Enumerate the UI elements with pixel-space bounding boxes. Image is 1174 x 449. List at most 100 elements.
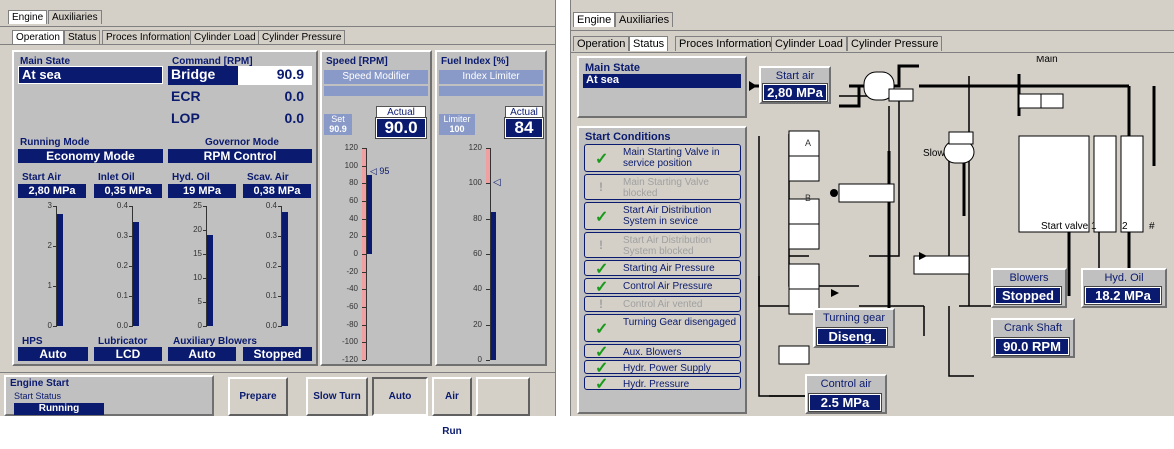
speed-tick bbox=[362, 236, 366, 238]
start-valve-2-label: 2 bbox=[1122, 221, 1128, 232]
command-lop-value: 0.0 bbox=[284, 110, 304, 126]
speed-actual-label: Actual bbox=[376, 106, 426, 118]
start-condition-label: Turning Gear disengaged bbox=[623, 317, 737, 328]
speed-tick-label: 0 bbox=[353, 249, 358, 258]
gauge-tick-label: 5 bbox=[197, 297, 202, 306]
gauge-label-2: Hyd. Oil bbox=[172, 172, 210, 183]
governor-mode-value[interactable]: RPM Control bbox=[168, 149, 312, 163]
start-condition-5: ✓ Control Air Pressure bbox=[584, 278, 741, 296]
speed-tick bbox=[362, 271, 366, 273]
gauge-bar-3 bbox=[282, 212, 288, 326]
speed-modifier-bar bbox=[324, 86, 428, 96]
tab-engine[interactable]: Engine bbox=[8, 10, 48, 24]
engine-start-label: Engine Start bbox=[10, 378, 69, 389]
start-air-value: 2,80 MPa bbox=[762, 83, 828, 102]
tab-engine-right[interactable]: Engine bbox=[573, 12, 616, 27]
tab-cylinder-load[interactable]: Cylinder Load bbox=[190, 30, 260, 44]
speed-tick bbox=[362, 254, 366, 255]
gauge-tick bbox=[129, 206, 133, 207]
tab-cylinder-load-right[interactable]: Cylinder Load bbox=[771, 36, 847, 51]
check-icon: ✓ bbox=[595, 209, 609, 226]
tab-auxiliaries[interactable]: Auxiliaries bbox=[48, 10, 102, 24]
start-condition-label: Starting Air Pressure bbox=[623, 263, 715, 274]
tab-proces-information-right[interactable]: Proces Information bbox=[675, 36, 776, 51]
speed-tick-label: -100 bbox=[341, 337, 358, 347]
command-lop-name: LOP bbox=[171, 110, 200, 126]
crank-shaft-label: Crank Shaft bbox=[1003, 322, 1063, 334]
start-conditions-label: Start Conditions bbox=[585, 131, 671, 143]
fuel-limit-marker: ◁ bbox=[493, 177, 501, 189]
gauge-label-3: Scav. Air bbox=[247, 172, 289, 183]
gauge-label-1: Inlet Oil bbox=[98, 172, 135, 183]
gauge-tick bbox=[278, 266, 282, 267]
fuel-actual-value: 84 bbox=[504, 117, 544, 139]
check-icon: ✓ bbox=[595, 376, 609, 393]
start-condition-10: ✓ Hydr. Pressure bbox=[584, 376, 741, 393]
start-condition-8: ✓ Aux. Blowers bbox=[584, 344, 741, 361]
tab-cylinder-pressure-right[interactable]: Cylinder Pressure bbox=[847, 36, 943, 51]
speed-modifier-button[interactable]: Speed Modifier bbox=[324, 70, 428, 84]
speed-tick-label: -60 bbox=[346, 302, 358, 311]
tab-status[interactable]: Status bbox=[64, 30, 101, 44]
fuel-tick bbox=[486, 324, 490, 326]
start-condition-label: Main Starting Valve blocked bbox=[623, 177, 709, 199]
start-condition-label: Start Air Distribution System in sevice bbox=[623, 205, 712, 227]
lubricator-value[interactable]: LCD bbox=[94, 347, 162, 361]
running-mode-value[interactable]: Economy Mode bbox=[18, 149, 163, 163]
speed-tick bbox=[362, 324, 366, 326]
tab-auxiliaries-right[interactable]: Auxiliaries bbox=[615, 12, 674, 27]
air-run-button[interactable]: Air Run bbox=[432, 377, 472, 437]
speed-tick bbox=[362, 148, 366, 149]
prepare-button[interactable]: Prepare bbox=[228, 377, 288, 416]
gauge-tick bbox=[129, 266, 133, 267]
valve-label-a: A bbox=[805, 138, 812, 148]
speed-tick-label: 20 bbox=[349, 231, 358, 241]
gauge-tick-label: 2 bbox=[47, 241, 52, 250]
speed-label: Speed [RPM] bbox=[326, 56, 388, 67]
tab-status-right[interactable]: Status bbox=[629, 36, 669, 51]
gauge-tick-label: 0.1 bbox=[265, 291, 277, 300]
control-air-label: Control air bbox=[820, 378, 872, 390]
check-icon: ✓ bbox=[595, 279, 609, 296]
gauge-value-1: 0,35 MPa bbox=[94, 184, 162, 198]
aux-blowers-state[interactable]: Stopped bbox=[243, 347, 312, 361]
aux-blowers-mode[interactable]: Auto bbox=[168, 347, 236, 361]
speed-tick-label: 120 bbox=[344, 143, 358, 152]
speed-tick-label: 80 bbox=[349, 178, 358, 188]
gauge-tick bbox=[203, 230, 207, 231]
fuel-tick-label: 80 bbox=[473, 213, 482, 223]
gauge-tick-label: 20 bbox=[193, 225, 202, 234]
crank-shaft-value: 90.0 RPM bbox=[994, 337, 1070, 356]
start-air-schematic: Main bbox=[749, 56, 1156, 397]
tab-cylinder-pressure[interactable]: Cylinder Pressure bbox=[258, 30, 346, 44]
start-condition-7: ✓ Turning Gear disengaged bbox=[584, 314, 741, 342]
tab-operation-right[interactable]: Operation bbox=[573, 36, 630, 51]
gauge-tick bbox=[53, 246, 57, 247]
auto-button[interactable]: Auto bbox=[372, 377, 428, 416]
aux-blowers-label: Auxiliary Blowers bbox=[173, 336, 257, 347]
blowers-value: Stopped bbox=[994, 286, 1062, 305]
hps-value[interactable]: Auto bbox=[18, 347, 88, 361]
gauge-bar-1 bbox=[133, 221, 139, 326]
speed-tick bbox=[362, 201, 366, 202]
gauge-tick bbox=[278, 326, 282, 327]
gauge-label-0: Start Air bbox=[22, 172, 62, 183]
gauge-tick-label: 0.4 bbox=[265, 201, 277, 210]
fuel-tick-label: 40 bbox=[473, 284, 482, 294]
gauge-bar-2 bbox=[207, 234, 213, 326]
start-condition-1: ! Main Starting Valve blocked bbox=[584, 174, 741, 200]
fuel-bar bbox=[491, 211, 496, 360]
fuel-tick bbox=[486, 289, 490, 291]
gauge-tick-label: 3 bbox=[47, 201, 52, 210]
empty-button[interactable] bbox=[476, 377, 530, 416]
gauge-tick bbox=[53, 206, 57, 207]
gauge-tick-label: 10 bbox=[193, 273, 202, 282]
start-air-label: Start air bbox=[775, 70, 815, 82]
gauge-tick-label: 1 bbox=[47, 281, 52, 290]
tab-proces-information[interactable]: Proces Information bbox=[102, 30, 194, 44]
gauge-tick-label: 0.0 bbox=[116, 321, 128, 330]
tab-operation[interactable]: Operation bbox=[12, 30, 64, 44]
svg-text:Main: Main bbox=[1036, 56, 1058, 65]
slow-turn-button[interactable]: Slow Turn bbox=[306, 377, 368, 416]
index-limiter-button[interactable]: Index Limiter bbox=[439, 70, 543, 84]
